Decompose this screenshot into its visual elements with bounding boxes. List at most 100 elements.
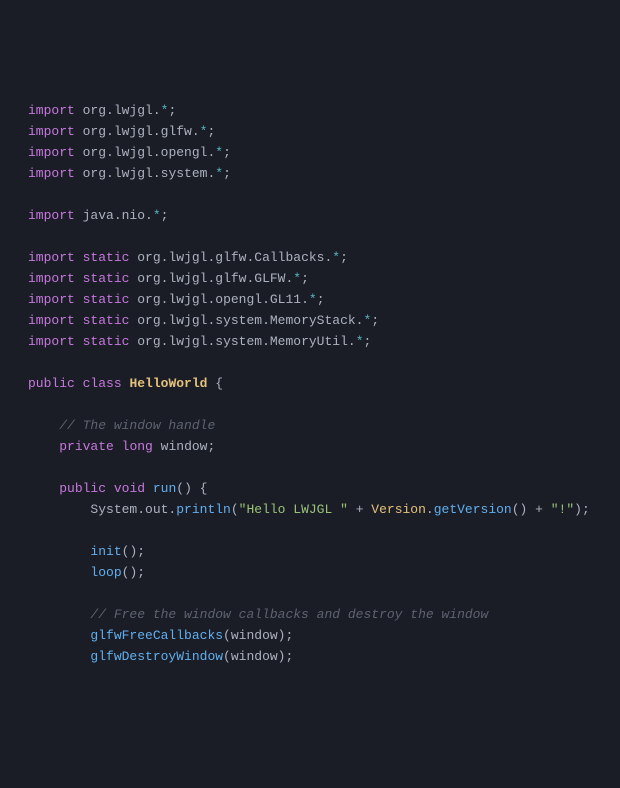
package-path: org.lwjgl.glfw.Callbacks. <box>137 250 332 265</box>
keyword-class: class <box>83 376 122 391</box>
method-call: loop <box>90 565 121 580</box>
field-name: window <box>161 439 208 454</box>
code-line: glfwFreeCallbacks(window); <box>28 625 620 646</box>
code-block: import org.lwjgl.*;import org.lwjgl.glfw… <box>28 100 620 667</box>
code-line: init(); <box>28 541 620 562</box>
dot: . <box>426 502 434 517</box>
method-call: getVersion <box>434 502 512 517</box>
wildcard: * <box>215 145 223 160</box>
code-line: // Free the window callbacks and destroy… <box>28 604 620 625</box>
code-line: import static org.lwjgl.glfw.GLFW.*; <box>28 268 620 289</box>
wildcard: * <box>215 166 223 181</box>
keyword-public: public <box>59 481 106 496</box>
keyword-static: static <box>83 271 130 286</box>
code-line: public void run() { <box>28 478 620 499</box>
blank-line <box>28 184 620 205</box>
semicolon: ; <box>207 439 215 454</box>
paren: ( <box>223 628 231 643</box>
keyword-void: void <box>114 481 145 496</box>
semicolon: ; <box>301 271 309 286</box>
keyword-static: static <box>83 292 130 307</box>
package-path: org.lwjgl.opengl. <box>83 145 216 160</box>
method-call: init <box>90 544 121 559</box>
package-path: org.lwjgl.glfw.GLFW. <box>137 271 293 286</box>
blank-line <box>28 226 620 247</box>
semicolon: ; <box>223 145 231 160</box>
keyword-import: import <box>28 145 75 160</box>
method-call: glfwFreeCallbacks <box>90 628 223 643</box>
semicolon: ; <box>207 124 215 139</box>
code-line: public class HelloWorld { <box>28 373 620 394</box>
call: () <box>512 502 528 517</box>
argument: window <box>231 649 278 664</box>
close: ); <box>574 502 590 517</box>
wildcard: * <box>332 250 340 265</box>
comment: // Free the window callbacks and destroy… <box>90 607 488 622</box>
keyword-static: static <box>83 313 130 328</box>
code-line: import org.lwjgl.*; <box>28 100 620 121</box>
code-line: import org.lwjgl.system.*; <box>28 163 620 184</box>
keyword-long: long <box>122 439 153 454</box>
blank-line <box>28 352 620 373</box>
semicolon: ; <box>168 103 176 118</box>
operator: + <box>348 502 371 517</box>
keyword-import: import <box>28 292 75 307</box>
keyword-import: import <box>28 313 75 328</box>
method-name: run <box>153 481 176 496</box>
close: ); <box>278 628 294 643</box>
code-line: import static org.lwjgl.opengl.GL11.*; <box>28 289 620 310</box>
class-name: HelloWorld <box>129 376 207 391</box>
keyword-import: import <box>28 250 75 265</box>
code-line: import static org.lwjgl.system.MemorySta… <box>28 310 620 331</box>
wildcard: * <box>309 292 317 307</box>
package-path: org.lwjgl.system.MemoryStack. <box>137 313 363 328</box>
code-line: import org.lwjgl.glfw.*; <box>28 121 620 142</box>
code-line: private long window; <box>28 436 620 457</box>
call: (); <box>122 565 145 580</box>
code-line: System.out.println("Hello LWJGL " + Vers… <box>28 499 620 520</box>
operator: + <box>527 502 550 517</box>
code-line: import static org.lwjgl.system.MemoryUti… <box>28 331 620 352</box>
keyword-static: static <box>83 250 130 265</box>
signature: () { <box>176 481 207 496</box>
paren: ( <box>231 502 239 517</box>
method-call: println <box>176 502 231 517</box>
string-literal: "!" <box>551 502 574 517</box>
semicolon: ; <box>317 292 325 307</box>
code-line: loop(); <box>28 562 620 583</box>
close: ); <box>278 649 294 664</box>
keyword-import: import <box>28 208 75 223</box>
blank-line <box>28 457 620 478</box>
brace: { <box>207 376 223 391</box>
package-path: org.lwjgl.system.MemoryUtil. <box>137 334 355 349</box>
call: (); <box>122 544 145 559</box>
blank-line <box>28 583 620 604</box>
package-path: org.lwjgl. <box>83 103 161 118</box>
wildcard: * <box>356 334 364 349</box>
paren: ( <box>223 649 231 664</box>
keyword-import: import <box>28 271 75 286</box>
package-path: org.lwjgl.glfw. <box>83 124 200 139</box>
keyword-static: static <box>83 334 130 349</box>
code-line: import org.lwjgl.opengl.*; <box>28 142 620 163</box>
semicolon: ; <box>223 166 231 181</box>
semicolon: ; <box>371 313 379 328</box>
package-path: org.lwjgl.opengl.GL11. <box>137 292 309 307</box>
code-line: glfwDestroyWindow(window); <box>28 646 620 667</box>
code-line: // The window handle <box>28 415 620 436</box>
keyword-import: import <box>28 334 75 349</box>
method-call: glfwDestroyWindow <box>90 649 223 664</box>
object-ref: System.out. <box>90 502 176 517</box>
comment: // The window handle <box>59 418 215 433</box>
keyword-import: import <box>28 124 75 139</box>
blank-line <box>28 520 620 541</box>
code-line: import java.nio.*; <box>28 205 620 226</box>
keyword-private: private <box>59 439 114 454</box>
semicolon: ; <box>340 250 348 265</box>
argument: window <box>231 628 278 643</box>
keyword-import: import <box>28 103 75 118</box>
wildcard: * <box>293 271 301 286</box>
code-line: import static org.lwjgl.glfw.Callbacks.*… <box>28 247 620 268</box>
keyword-public: public <box>28 376 75 391</box>
wildcard: * <box>153 208 161 223</box>
